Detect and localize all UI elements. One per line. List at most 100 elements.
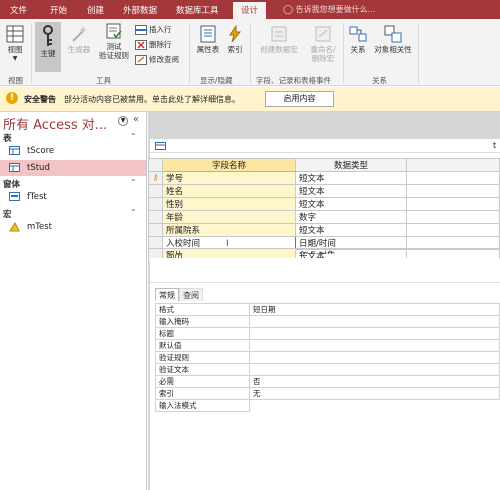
row-selector[interactable] — [148, 223, 163, 237]
tab-design[interactable]: 设计 — [233, 2, 267, 19]
create-data-macro-button[interactable]: 创建数据宏 — [254, 25, 304, 54]
property-row[interactable]: 必需否 — [155, 375, 500, 388]
field-name-header[interactable]: 字段名称 — [162, 158, 296, 172]
property-row[interactable]: 输入法模式 — [155, 399, 500, 412]
group-collapse-icon[interactable]: ⌃ — [130, 132, 137, 141]
object-dependencies-button[interactable]: 对象相关性 — [371, 25, 415, 54]
property-value[interactable] — [249, 351, 500, 364]
row-selector[interactable] — [148, 210, 163, 224]
primary-key-button[interactable]: 主键 — [35, 22, 61, 72]
nav-item-label: tStud — [27, 163, 50, 173]
data-type-cell[interactable]: 短文本 — [295, 171, 407, 185]
table-row[interactable]: 年龄 数字 — [148, 210, 500, 224]
enable-content-button[interactable]: 启用内容 — [265, 91, 334, 107]
property-value[interactable] — [249, 363, 500, 376]
nav-item-tstud[interactable]: tStud — [0, 160, 146, 176]
clipped-row-container: 照片 OLE 对象 — [148, 248, 500, 254]
table-row[interactable]: ⚷ 学号 短文本 — [148, 171, 500, 185]
tab-create[interactable]: 创建 — [87, 4, 104, 16]
tab-lookup[interactable]: 查阅 — [179, 288, 203, 301]
property-value[interactable]: 短日期 — [249, 303, 500, 316]
builder-label: 生成器 — [67, 45, 91, 54]
document-tab[interactable]: t — [150, 139, 500, 153]
insert-row-button[interactable]: 插入行 — [135, 24, 172, 35]
property-sheet-button[interactable]: 属性表 — [193, 25, 223, 54]
delete-row-label: 删除行 — [149, 40, 172, 49]
property-value[interactable]: 无 — [249, 387, 500, 400]
property-row[interactable]: 验证规则 — [155, 351, 500, 364]
property-row[interactable]: 默认值 — [155, 339, 500, 352]
property-value[interactable] — [249, 327, 500, 340]
rename-macro-button[interactable]: 重命名/ 删除宏 — [304, 25, 342, 63]
row-selector[interactable]: ⚷ — [148, 171, 163, 185]
data-type-cell[interactable]: 短文本 — [295, 197, 407, 211]
view-button[interactable]: 视图 ▼ — [3, 25, 27, 63]
group-collapse-icon[interactable]: ⌃ — [130, 178, 137, 187]
description-cell[interactable] — [406, 171, 500, 185]
row-selector[interactable] — [148, 184, 163, 198]
relationships-label: 关系 — [350, 45, 366, 54]
rename-macro-label: 重命名/ 删除宏 — [310, 45, 336, 63]
test-rules-button[interactable]: 测试 验证规则 — [97, 22, 131, 60]
row-selector[interactable] — [148, 248, 163, 254]
data-type-cell[interactable]: OLE 对象 — [295, 248, 407, 254]
nav-title[interactable]: 所有 Access 对... — [3, 114, 107, 133]
collapse-pane-icon[interactable]: « — [133, 114, 139, 125]
property-value[interactable]: 否 — [249, 375, 500, 388]
tab-database-tools[interactable]: 数据库工具 — [176, 4, 219, 16]
key-icon — [43, 25, 53, 46]
tab-home[interactable]: 开始 — [50, 4, 67, 16]
description-cell[interactable] — [406, 248, 500, 254]
field-name-cell[interactable]: 照片 — [162, 248, 296, 254]
field-name-cell[interactable]: 年龄 — [162, 210, 296, 224]
property-label: 验证文本 — [155, 363, 250, 376]
security-warning-bar: ! 安全警告 部分活动内容已被禁用。单击此处了解详细信息。 启用内容 — [0, 87, 500, 112]
table-row[interactable]: 所属院系 短文本 — [148, 223, 500, 237]
nav-item-tscore[interactable]: tScore — [0, 143, 146, 159]
tab-file[interactable]: 文件 — [10, 4, 27, 16]
property-row[interactable]: 输入掩码 — [155, 315, 500, 328]
warning-title: 安全警告 — [24, 95, 56, 104]
delete-row-button[interactable]: 删除行 — [135, 39, 172, 50]
pane-splitter[interactable] — [150, 258, 500, 283]
nav-item-ftest[interactable]: fTest — [0, 189, 146, 205]
table-row[interactable]: 姓名 短文本 — [148, 184, 500, 198]
nav-item-label: mTest — [27, 222, 53, 232]
property-row[interactable]: 验证文本 — [155, 363, 500, 376]
property-row[interactable]: 索引无 — [155, 387, 500, 400]
description-cell[interactable] — [406, 197, 500, 211]
indexes-button[interactable]: 索引 — [224, 25, 246, 54]
data-type-cell[interactable]: 短文本 — [295, 184, 407, 198]
property-value[interactable] — [249, 339, 500, 352]
property-row[interactable]: 标题 — [155, 327, 500, 340]
test-rules-label: 测试 验证规则 — [99, 42, 129, 60]
relationships-button[interactable]: 关系 — [346, 25, 370, 54]
property-value[interactable] — [250, 400, 500, 412]
group-collapse-icon[interactable]: ⌃ — [130, 208, 137, 217]
data-type-cell[interactable]: 短文本 — [295, 223, 407, 237]
tab-external-data[interactable]: 外部数据 — [123, 4, 157, 16]
property-row[interactable]: 格式 短日期 — [155, 303, 500, 316]
modify-lookup-button[interactable]: 修改查阅 — [135, 54, 179, 65]
tell-me-box[interactable]: ◯ 告诉我您想要做什么... — [283, 4, 375, 15]
warning-message[interactable]: 部分活动内容已被禁用。单击此处了解详细信息。 — [64, 94, 240, 105]
tab-general[interactable]: 常规 — [155, 288, 179, 301]
nav-item-mtest[interactable]: mTest — [0, 219, 146, 235]
description-cell[interactable] — [406, 223, 500, 237]
table-row[interactable]: 性别 短文本 — [148, 197, 500, 211]
data-type-cell[interactable]: 数字 — [295, 210, 407, 224]
description-cell[interactable] — [406, 184, 500, 198]
field-name-cell[interactable]: 性别 — [162, 197, 296, 211]
row-selector[interactable] — [148, 197, 163, 211]
builder-button[interactable]: 生成器 — [63, 25, 95, 54]
delete-row-icon — [135, 39, 147, 50]
field-name-cell[interactable]: 姓名 — [162, 184, 296, 198]
field-name-cell[interactable]: 学号 — [162, 171, 296, 185]
description-cell[interactable] — [406, 210, 500, 224]
description-header[interactable] — [406, 158, 500, 172]
property-value[interactable] — [249, 315, 500, 328]
nav-menu-chevron-icon[interactable]: ▼ — [118, 116, 128, 126]
table-row[interactable]: 照片 OLE 对象 — [148, 248, 500, 254]
field-name-cell[interactable]: 所属院系 — [162, 223, 296, 237]
data-type-header[interactable]: 数据类型 — [295, 158, 407, 172]
